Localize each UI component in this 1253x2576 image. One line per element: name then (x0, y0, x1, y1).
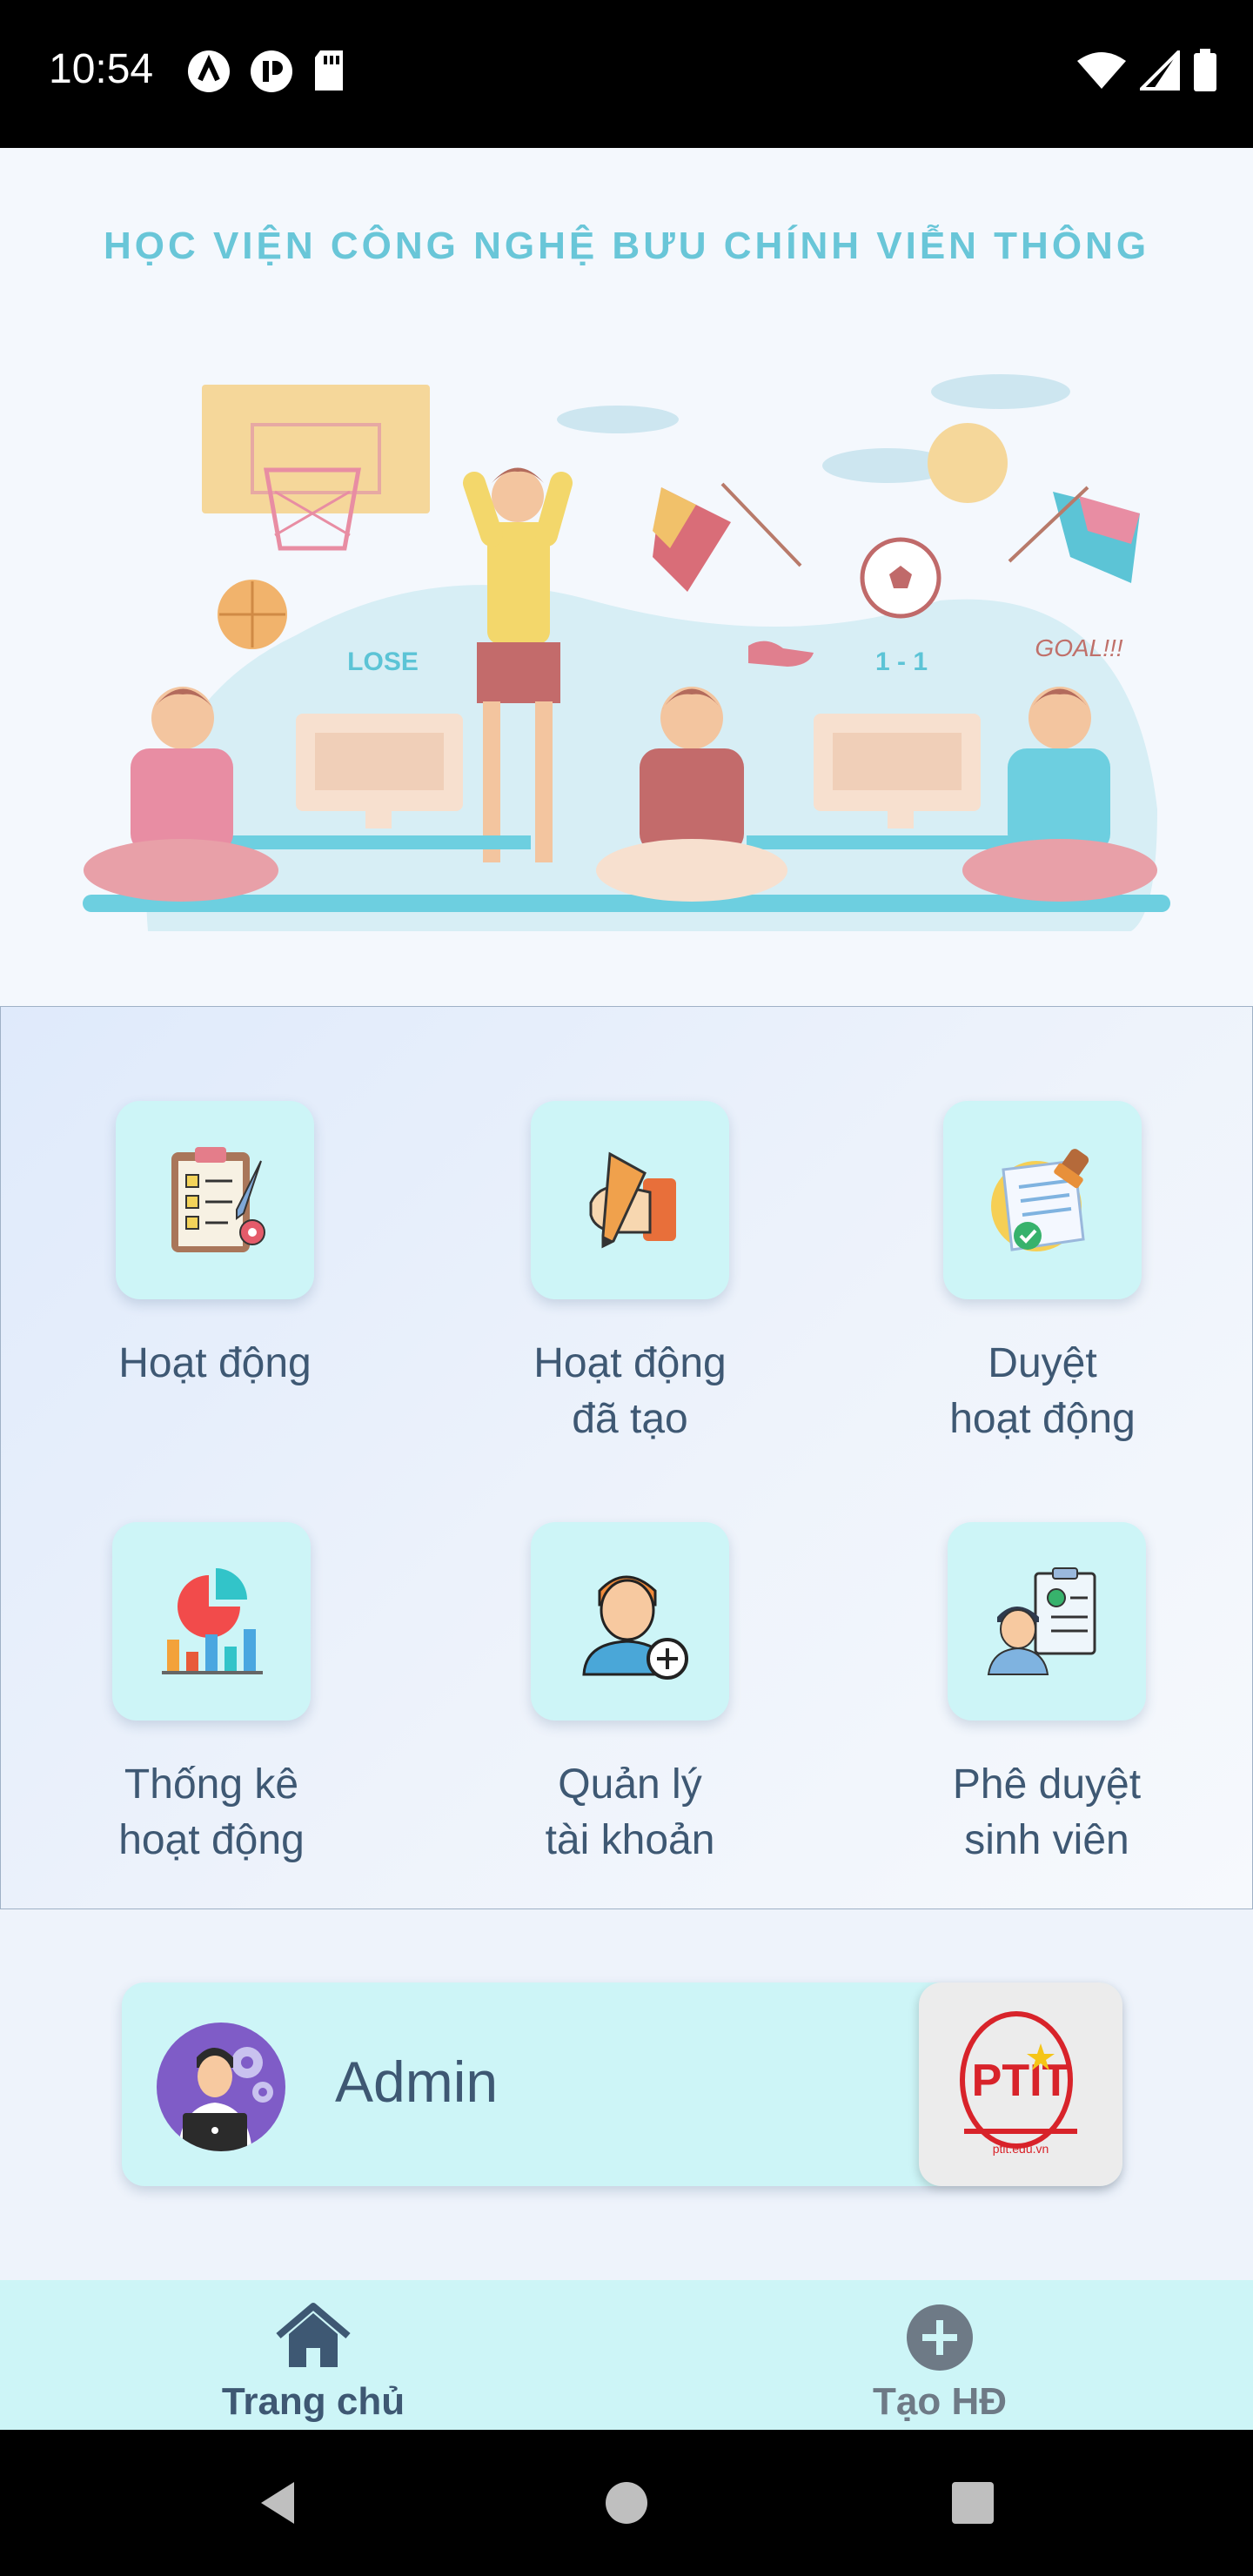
menu-item-created-activities[interactable]: Hoạt động đã tạo (439, 1101, 821, 1447)
ptit-logo-subtext: ptit.edu.vn (993, 2142, 1049, 2156)
banner: HỌC VIỆN CÔNG NGHỆ BƯU CHÍNH VIỄN THÔNG … (0, 148, 1253, 1006)
menu-item-approve-activities[interactable]: Duyệt hoạt động (851, 1101, 1234, 1447)
lose-text: LOSE (347, 647, 419, 676)
admin-avatar (157, 2023, 285, 2151)
status-time: 10:54 (49, 46, 154, 92)
home-icon (276, 2303, 351, 2367)
ptit-logo: PTIT ptit.edu.vn (919, 1982, 1122, 2186)
back-icon[interactable] (252, 2477, 305, 2529)
bottom-navigation: Trang chủ Tạo HĐ (0, 2280, 1253, 2430)
menu-item-approve-students[interactable]: Phê duyệt sinh viên (855, 1522, 1238, 1868)
app-a-icon (188, 50, 230, 92)
system-navigation-bar (0, 2430, 1253, 2576)
menu-item-account-management[interactable]: Quản lý tài khoản (439, 1522, 821, 1868)
stamp-document-icon (943, 1101, 1142, 1299)
menu-label: Duyệt hoạt động (949, 1340, 1136, 1442)
nav-label-create: Tạo HĐ (873, 2380, 1007, 2423)
nav-label-home: Trang chủ (221, 2380, 405, 2423)
status-right-icons (1075, 49, 1218, 92)
ptit-logo-text: PTIT (972, 2056, 1070, 2106)
battery-icon (1194, 49, 1216, 91)
signal-icon (1140, 50, 1180, 91)
student-approve-icon (948, 1522, 1146, 1721)
menu-label: Phê duyệt sinh viên (952, 1761, 1142, 1863)
add-circle-icon (907, 2304, 973, 2371)
goal-text: GOAL!!! (1035, 634, 1122, 661)
esports-illustration: LOSE 1 - 1 GOAL!!! (83, 374, 1170, 931)
sd-card-icon (315, 50, 343, 91)
score-text: 1 - 1 (875, 647, 928, 676)
wifi-icon (1077, 52, 1126, 89)
user-add-icon (531, 1522, 729, 1721)
status-bar: 10:54 (0, 0, 1253, 148)
chart-statistics-icon (112, 1522, 311, 1721)
menu-label: Hoạt động đã tạo (533, 1340, 727, 1442)
admin-card[interactable]: Admin PTIT ptit.edu.vn (122, 1982, 1122, 2186)
app-p-icon (251, 50, 292, 92)
menu-label: Thống kê hoạt động (118, 1761, 305, 1863)
menu-label: Quản lý tài khoản (545, 1761, 715, 1863)
hand-pencil-icon (531, 1101, 729, 1299)
feature-menu: Hoạt động Hoạt động đã tạo Duyệt hoạt độ… (0, 1006, 1253, 1909)
clipboard-checklist-icon (116, 1101, 314, 1299)
recents-square-icon[interactable] (947, 2477, 999, 2529)
menu-item-statistics[interactable]: Thống kê hoạt động (20, 1522, 403, 1868)
menu-item-activities[interactable]: Hoạt động (23, 1101, 406, 1392)
menu-label: Hoạt động (118, 1340, 312, 1386)
nav-item-home[interactable]: Trang chủ (139, 2301, 487, 2424)
home-circle-icon[interactable] (600, 2477, 653, 2529)
nav-item-create-activity[interactable]: Tạo HĐ (766, 2301, 1114, 2424)
admin-name: Admin (335, 2049, 499, 2114)
status-left-icons (186, 49, 346, 94)
